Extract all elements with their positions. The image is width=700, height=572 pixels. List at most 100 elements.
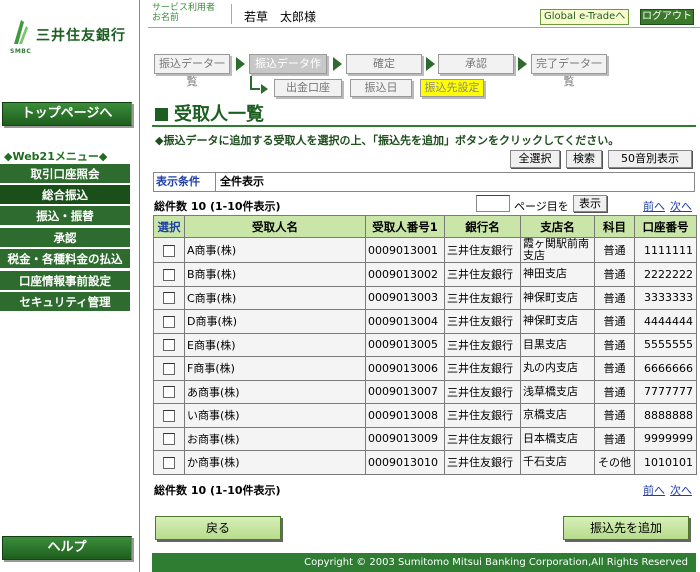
menu-item-tax-payment[interactable]: 税金・各種料金の払込: [0, 249, 130, 269]
row-checkbox[interactable]: [163, 339, 175, 352]
payee-number-cell: 0009013004: [365, 309, 445, 334]
select-cell: [153, 332, 185, 357]
menu-item-transfer[interactable]: 振込・振替: [0, 206, 130, 226]
row-checkbox[interactable]: [163, 409, 175, 422]
select-cell: [153, 356, 185, 381]
select-cell: [153, 285, 185, 310]
title-square-icon: [155, 108, 168, 121]
bank-name-cell: 三井住友銀行: [444, 285, 521, 310]
row-checkbox[interactable]: [163, 386, 175, 399]
select-cell: [153, 450, 185, 475]
table-row[interactable]: A商事(株) 0009013001 三井住友銀行 霞ヶ関駅前南支店 普通 1111111: [153, 237, 697, 263]
table-row[interactable]: D商事(株) 0009013004 三井住友銀行 神保町支店 普通 4444444: [153, 309, 697, 334]
global-etrade-link[interactable]: Global e-Tradeへ: [540, 9, 630, 25]
prev-link-bottom[interactable]: 前へ: [643, 482, 665, 498]
prev-link-top[interactable]: 前へ: [643, 198, 665, 214]
payee-number-cell: 0009013009: [365, 426, 445, 451]
payee-name-cell: A商事(株): [184, 237, 366, 263]
menu-item-bulk-transfer[interactable]: 総合振込: [0, 185, 130, 205]
branch-name-cell: 丸の内支店: [520, 356, 595, 381]
menu-title: ◆Web21メニュー◆: [4, 150, 108, 163]
service-user-label-line1: サービス利用者: [152, 3, 216, 13]
bank-name-cell: 三井住友銀行: [444, 332, 521, 357]
table-row[interactable]: い商事(株) 0009013008 三井住友銀行 京橋支店 普通 8888888: [153, 403, 697, 428]
bank-name-cell: 三井住友銀行: [444, 403, 521, 428]
row-checkbox[interactable]: [163, 362, 175, 375]
kana-index-button[interactable]: 50音別表示: [608, 150, 692, 168]
account-type-cell: 普通: [594, 426, 635, 451]
row-checkbox[interactable]: [163, 244, 175, 257]
step-completed-list: 完了データ一覧: [531, 54, 607, 88]
next-link-top[interactable]: 次へ: [670, 198, 692, 214]
bank-name-cell: 三井住友銀行: [444, 450, 521, 475]
menu-item-account-inquiry[interactable]: 取引口座照会: [0, 164, 130, 184]
row-checkbox[interactable]: [163, 456, 175, 469]
substep-arrow-icon: [250, 76, 268, 94]
bank-name-cell: 三井住友銀行: [444, 356, 521, 381]
account-type-cell: 普通: [594, 262, 635, 287]
menu-item-account-settings[interactable]: 口座情報事前設定: [0, 271, 130, 291]
account-type-cell: 普通: [594, 356, 635, 381]
account-type-cell: その他: [594, 450, 635, 475]
step-approve: 承認: [438, 54, 514, 74]
display-condition-label: 表示条件: [154, 173, 216, 191]
logo-smbc-text: SMBC: [10, 48, 32, 55]
payee-name-cell: C商事(株): [184, 285, 366, 310]
sidebar: SMBC 三井住友銀行 トップページへ ◆Web21メニュー◆ 取引口座照会 総…: [0, 0, 140, 572]
total-count-bottom: 総件数 10 (1-10件表示): [154, 484, 281, 497]
account-number-cell: 4444444: [634, 309, 697, 334]
bank-logo: SMBC 三井住友銀行: [8, 14, 138, 64]
next-link-bottom[interactable]: 次へ: [670, 482, 692, 498]
row-checkbox[interactable]: [163, 315, 175, 328]
account-number-cell: 3333333: [634, 285, 697, 310]
select-cell: [153, 262, 185, 287]
page-number-label: ページ目を: [514, 200, 569, 213]
payee-name-cell: B商事(株): [184, 262, 366, 287]
help-button[interactable]: ヘルプ: [2, 536, 132, 560]
payee-number-cell: 0009013001: [365, 237, 445, 263]
branch-name-cell: 霞ヶ関駅前南支店: [520, 237, 595, 263]
table-row[interactable]: C商事(株) 0009013003 三井住友銀行 神保町支店 普通 3333333: [153, 285, 697, 310]
row-checkbox[interactable]: [163, 268, 175, 281]
row-checkbox[interactable]: [163, 433, 175, 446]
table-row[interactable]: お商事(株) 0009013009 三井住友銀行 日本橋支店 普通 9999999: [153, 426, 697, 451]
back-button[interactable]: 戻る: [155, 516, 281, 540]
account-type-cell: 普通: [594, 332, 635, 357]
title-divider: [152, 125, 696, 127]
select-cell: [153, 309, 185, 334]
table-row[interactable]: あ商事(株) 0009013007 三井住友銀行 浅草橋支店 普通 7777777: [153, 379, 697, 404]
display-condition-row: 表示条件 全件表示: [153, 172, 695, 192]
menu-item-approval[interactable]: 承認: [0, 228, 130, 248]
substep-payee-setting: 振込先設定: [420, 79, 484, 97]
branch-name-cell: 浅草橋支店: [520, 379, 595, 404]
account-type-cell: 普通: [594, 237, 635, 263]
row-checkbox[interactable]: [163, 292, 175, 305]
substep-debit-account: 出金口座: [274, 79, 342, 97]
menu-item-security[interactable]: セキュリティ管理: [0, 292, 130, 312]
table-row[interactable]: B商事(株) 0009013002 三井住友銀行 神田支店 普通 2222222: [153, 262, 697, 287]
select-cell: [153, 379, 185, 404]
table-row[interactable]: F商事(株) 0009013006 三井住友銀行 丸の内支店 普通 6666666: [153, 356, 697, 381]
logout-button[interactable]: ログアウト: [640, 9, 694, 25]
table-row[interactable]: E商事(株) 0009013005 三井住友銀行 目黒支店 普通 5555555: [153, 332, 697, 357]
branch-name-cell: 日本橋支店: [520, 426, 595, 451]
account-type-cell: 普通: [594, 403, 635, 428]
select-all-button[interactable]: 全選択: [510, 150, 560, 168]
top-page-button[interactable]: トップページへ: [2, 102, 132, 126]
branch-name-cell: 目黒支店: [520, 332, 595, 357]
add-payee-button[interactable]: 振込先を追加: [563, 516, 689, 540]
page-number-input[interactable]: [476, 195, 510, 212]
payee-name-cell: E商事(株): [184, 332, 366, 357]
search-button[interactable]: 検索: [566, 150, 602, 168]
account-number-cell: 6666666: [634, 356, 697, 381]
bank-name-cell: 三井住友銀行: [444, 237, 521, 263]
select-cell: [153, 426, 185, 451]
table-row[interactable]: か商事(株) 0009013010 三井住友銀行 千石支店 その他 1010101: [153, 450, 697, 475]
payee-name-cell: F商事(株): [184, 356, 366, 381]
substep-transfer-date: 振込日: [350, 79, 412, 97]
bank-name-cell: 三井住友銀行: [444, 262, 521, 287]
account-type-cell: 普通: [594, 309, 635, 334]
show-page-button[interactable]: 表示: [573, 195, 607, 212]
col-bank-name: 銀行名: [444, 215, 521, 238]
page-title: 受取人一覧: [155, 100, 264, 126]
